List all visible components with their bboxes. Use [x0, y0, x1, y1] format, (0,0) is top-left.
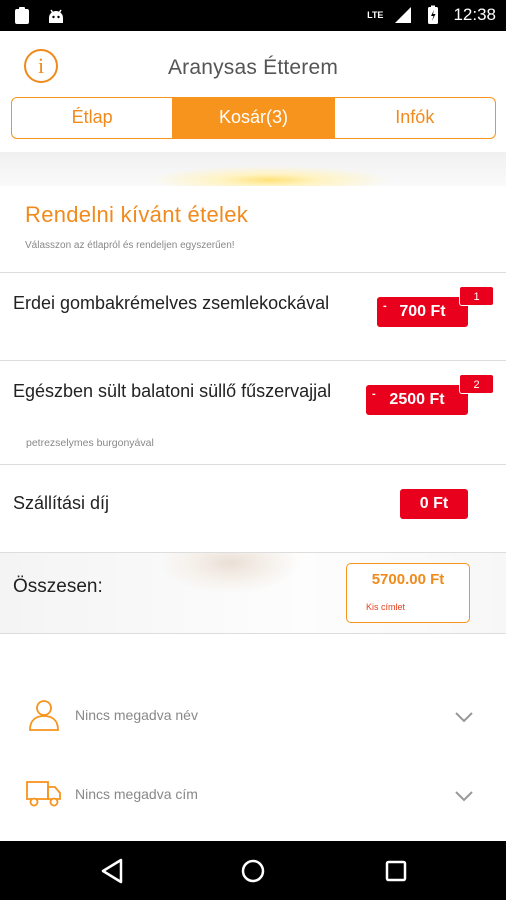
- address-field[interactable]: Nincs megadva cím: [0, 760, 506, 830]
- item-price-label: 2500 Ft: [389, 391, 445, 408]
- address-field-label: Nincs megadva cím: [75, 786, 198, 802]
- home-icon[interactable]: [238, 856, 268, 886]
- header-banner-image: [0, 152, 506, 186]
- network-type: LTE: [367, 10, 384, 20]
- system-nav-bar: [0, 841, 506, 900]
- clipboard-notification-icon: [15, 7, 29, 24]
- item-quantity-badge: 1: [459, 286, 494, 306]
- cart-section-header: [0, 186, 506, 272]
- item-name: Egészben sült balatoni süllő fűszervajja…: [13, 381, 332, 401]
- recents-icon[interactable]: [381, 856, 411, 886]
- cart-item[interactable]: Egészben sült balatoni süllő fűszervajja…: [0, 360, 506, 464]
- android-notification-icon: [49, 9, 63, 23]
- item-quantity-badge: 2: [459, 374, 494, 394]
- battery-icon: [428, 5, 439, 24]
- signal-icon: [395, 7, 412, 23]
- tab-cart[interactable]: Kosár(3): [172, 98, 334, 138]
- total-denomination-note: Kis címlet: [366, 602, 406, 612]
- chevron-down-icon[interactable]: [454, 711, 474, 723]
- delivery-fee-price: 0 Ft: [400, 489, 468, 519]
- person-icon: [29, 700, 59, 731]
- cart-title: Rendelni kívánt ételek: [25, 202, 249, 227]
- clock: 12:38: [453, 5, 496, 24]
- cart-item[interactable]: Erdei gombakrémelves zsemlekockával - 70…: [0, 272, 506, 360]
- back-icon[interactable]: [97, 856, 127, 886]
- tab-bar: Étlap Kosár(3) Infók: [11, 97, 496, 139]
- name-field[interactable]: Nincs megadva név: [0, 680, 506, 750]
- item-note: petrezselymes burgonyával: [26, 437, 154, 449]
- tab-info[interactable]: Infók: [333, 98, 495, 138]
- status-bar: LTE 12:38: [0, 0, 506, 31]
- delivery-fee-row: Szállítási díj 0 Ft: [0, 464, 506, 552]
- chevron-down-icon[interactable]: [454, 790, 474, 802]
- tab-menu[interactable]: Étlap: [12, 98, 172, 138]
- name-field-label: Nincs megadva név: [75, 707, 198, 723]
- truck-icon: [26, 781, 61, 807]
- page-title: Aranysas Étterem: [167, 56, 339, 79]
- total-label: Összesen:: [13, 576, 103, 597]
- cart-subtitle: Válasszon az étlapról és rendeljen egysz…: [25, 240, 235, 251]
- item-name: Erdei gombakrémelves zsemlekockával: [13, 293, 330, 313]
- total-amount: 5700.00 Ft: [371, 571, 445, 588]
- item-price[interactable]: - 700 Ft: [377, 297, 468, 327]
- item-price[interactable]: - 2500 Ft: [366, 385, 468, 415]
- delivery-fee-label: Szállítási díj: [13, 493, 110, 513]
- item-price-label: 700 Ft: [399, 303, 446, 320]
